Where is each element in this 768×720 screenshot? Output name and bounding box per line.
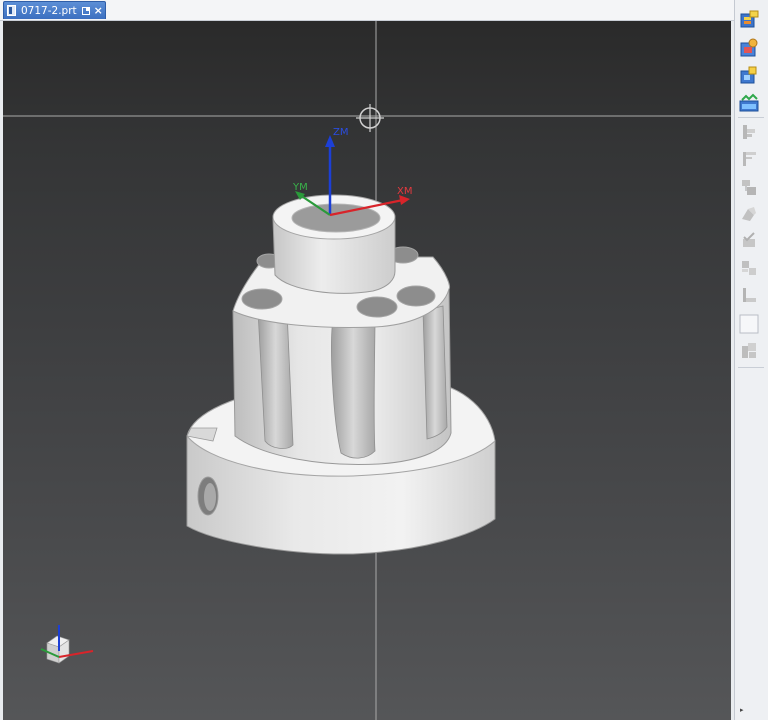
restore-window-icon[interactable] [81, 6, 90, 15]
wcs-z-label: ZM [333, 127, 348, 138]
close-icon[interactable]: × [94, 5, 103, 16]
wcs-y-label: YM [292, 182, 308, 193]
part-model[interactable] [186, 194, 496, 555]
side-hole-inner [204, 483, 216, 511]
bolt-hole-2 [356, 296, 398, 318]
bolt-hole-3 [396, 285, 436, 307]
view-triad[interactable] [40, 625, 94, 664]
document-tab[interactable]: 0717-2.prt × [3, 1, 106, 19]
resource-bar-separator [738, 117, 764, 118]
body-groove-3 [422, 305, 448, 440]
document-tab-title: 0717-2.prt [21, 4, 77, 17]
part-navigator-icon[interactable] [738, 64, 760, 86]
operation-tool-icon-1[interactable] [738, 121, 760, 143]
scroll-arrow-icon[interactable]: ▸ [740, 706, 744, 714]
operation-tool-icon-5[interactable] [738, 229, 760, 251]
blank-panel-icon[interactable] [738, 313, 760, 335]
body-groove-2 [331, 320, 376, 459]
resource-bar-separator [738, 367, 764, 368]
operation-tool-icon-6[interactable] [738, 257, 760, 279]
operation-tool-icon-3[interactable] [738, 176, 760, 198]
operation-tool-icon-4[interactable] [738, 203, 760, 225]
assembly-navigator-icon[interactable] [738, 9, 760, 31]
reuse-library-icon[interactable] [738, 92, 760, 114]
crosshair-target-icon[interactable] [356, 104, 384, 132]
graphics-viewport[interactable]: ZM YM XM [3, 21, 731, 720]
operation-tool-icon-8[interactable] [738, 340, 760, 362]
bolt-hole-1 [241, 288, 283, 310]
graphics-canvas[interactable]: ZM YM XM [3, 21, 731, 720]
resource-bar: ▸ [734, 0, 768, 720]
wcs-x-label: XM [397, 186, 412, 197]
constraint-navigator-icon[interactable] [738, 37, 760, 59]
document-tab-strip: 0717-2.prt × [0, 0, 734, 21]
operation-tool-icon-7[interactable] [738, 284, 760, 306]
part-file-icon [7, 5, 16, 16]
operation-tool-icon-2[interactable] [738, 148, 760, 170]
